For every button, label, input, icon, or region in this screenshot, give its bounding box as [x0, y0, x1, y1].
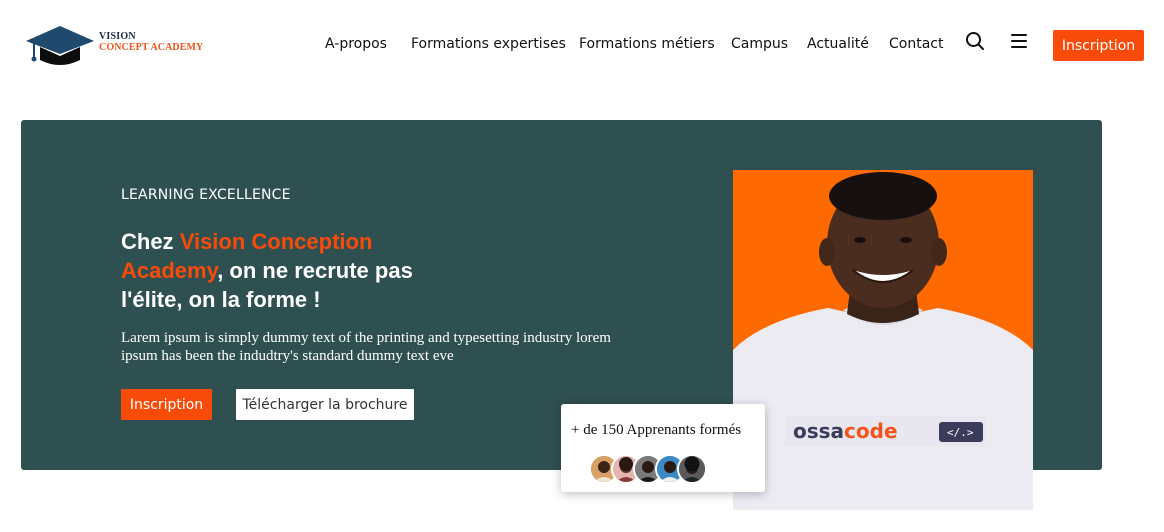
- learners-count-text: + de 150 Apprenants formés: [571, 422, 742, 438]
- nav-formations-metiers[interactable]: Formations métiers: [579, 36, 715, 52]
- avatar: [677, 454, 707, 484]
- hero-eyebrow: LEARNING EXCELLENCE: [121, 187, 291, 203]
- graduation-cap-icon: [26, 26, 94, 65]
- nav-a-propos[interactable]: A-propos: [325, 36, 387, 52]
- student-portrait-image: ossacode </.>: [733, 170, 1033, 510]
- nav-contact[interactable]: Contact: [889, 36, 943, 52]
- hero-description: Larem ipsum is simply dummy text of the …: [121, 330, 611, 364]
- learners-stats-card: + de 150 Apprenants formés: [561, 404, 765, 492]
- brand-logo[interactable]: VISION CONCEPT ACADEMY: [24, 22, 224, 68]
- headline-prefix: Chez: [121, 229, 180, 254]
- header-inscription-button[interactable]: Inscription: [1053, 30, 1144, 61]
- brand-name-line1: VISION: [99, 31, 136, 42]
- nav-formations-expertises[interactable]: Formations expertises: [411, 36, 566, 52]
- hamburger-menu-icon[interactable]: [1009, 31, 1029, 51]
- nav-campus[interactable]: Campus: [731, 36, 788, 52]
- download-brochure-button[interactable]: Télécharger la brochure: [236, 389, 414, 420]
- shirt-print-tag: </.>: [947, 426, 974, 439]
- search-icon[interactable]: [965, 31, 985, 51]
- hero-headline: Chez Vision Conception Academy, on ne re…: [121, 227, 441, 314]
- brand-name-line2: CONCEPT ACADEMY: [99, 42, 204, 53]
- svg-text:ossacode: ossacode: [793, 419, 898, 443]
- nav-actualite[interactable]: Actualité: [807, 36, 869, 52]
- hero-inscription-button[interactable]: Inscription: [121, 389, 212, 420]
- hero-student-photo: ossacode </.>: [733, 170, 1033, 510]
- shirt-print-b: code: [844, 419, 897, 443]
- shirt-print-a: ossa: [793, 419, 844, 443]
